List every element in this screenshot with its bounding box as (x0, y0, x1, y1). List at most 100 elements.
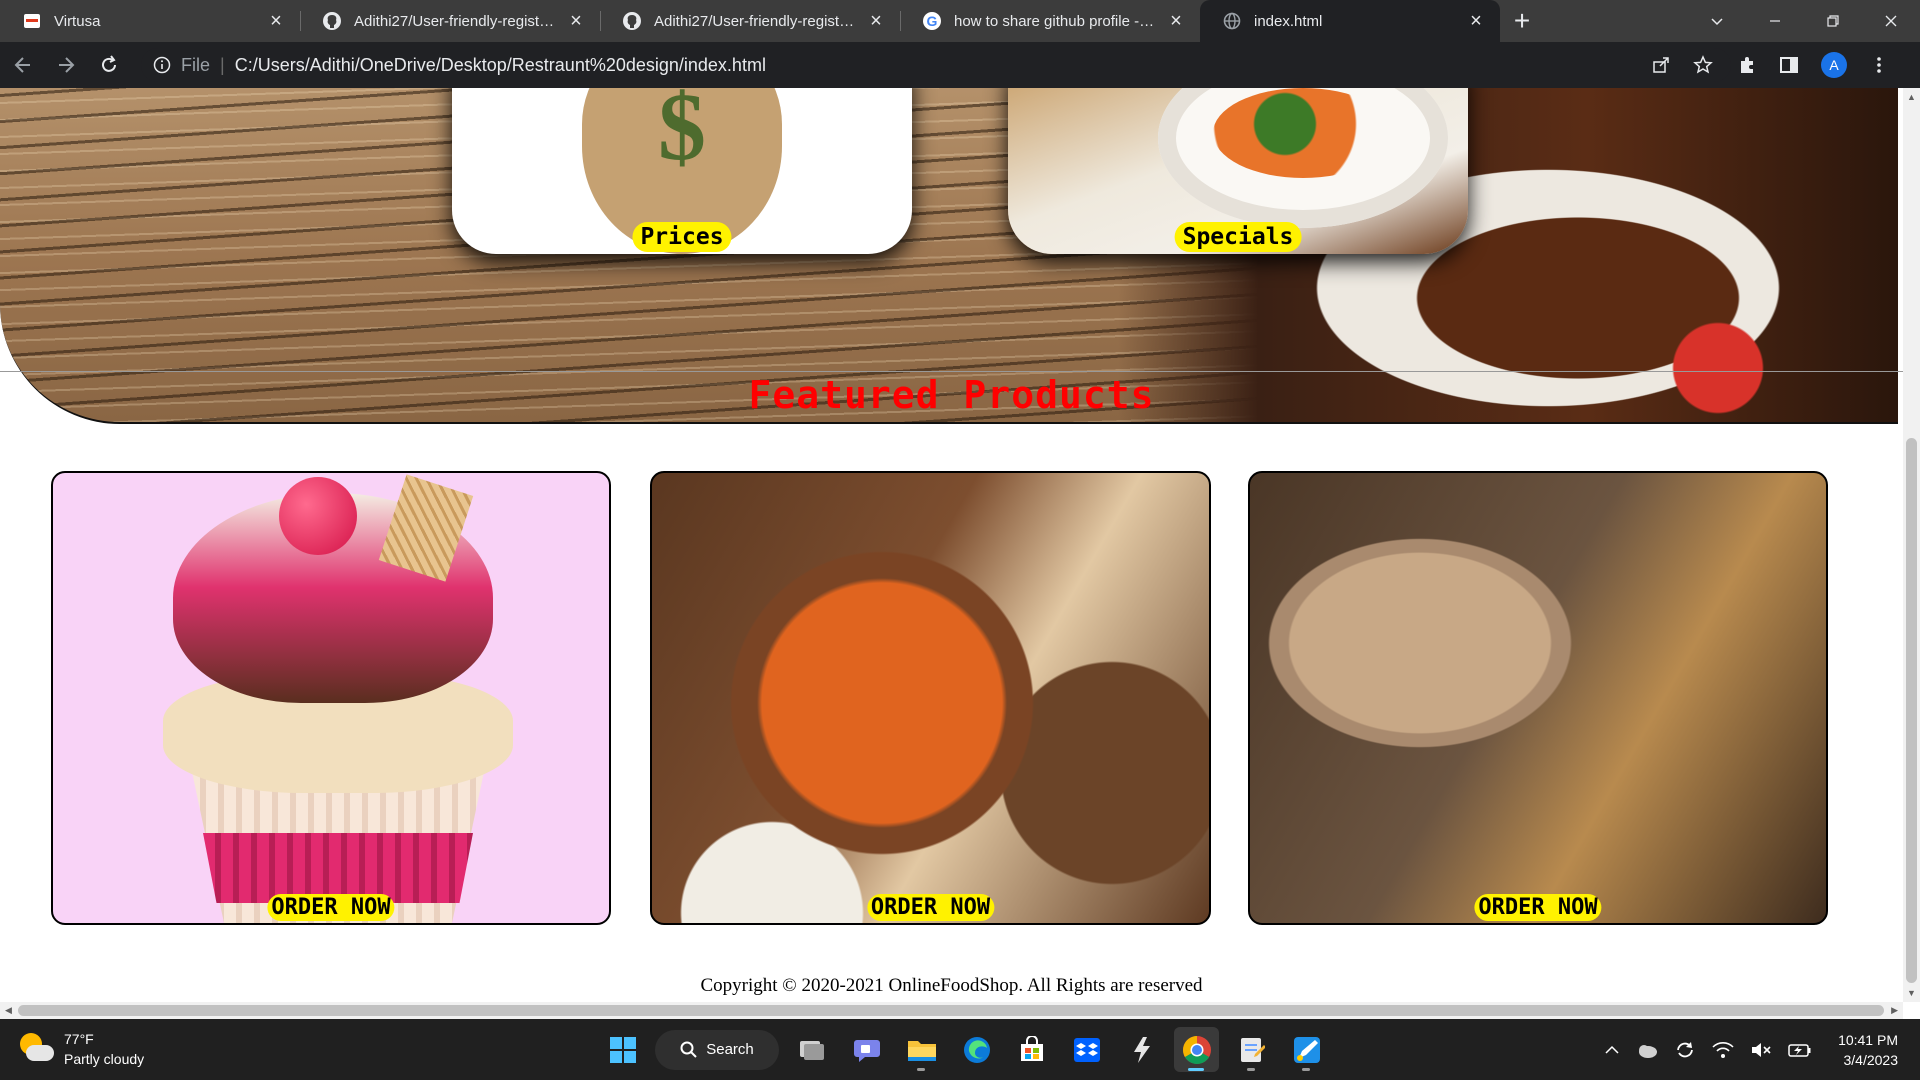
system-tray: 10:41 PM 3/4/2023 (1604, 1019, 1920, 1080)
toolbar-right: A (1737, 52, 1889, 78)
weather-temperature: 77°F (64, 1031, 94, 1047)
tab-github-2[interactable]: Adithi27/User-friendly-registration × (600, 0, 900, 42)
cupcake-liner-stripe (203, 833, 473, 903)
close-icon[interactable]: × (1466, 10, 1486, 32)
tab-title: Adithi27/User-friendly-registration (354, 12, 558, 30)
svg-text:G: G (927, 13, 938, 29)
tab-search-chevron-icon[interactable] (1688, 0, 1746, 42)
taskbar-search-button[interactable]: Search (655, 1029, 779, 1070)
order-now-button[interactable]: ORDER NOW (267, 894, 395, 921)
product-card-tea-samosa[interactable]: ORDER NOW (1248, 471, 1828, 925)
url-scheme-label: File (181, 54, 211, 75)
partly-cloudy-icon (18, 1031, 54, 1067)
specials-card[interactable]: Specials (1008, 88, 1468, 254)
share-icon[interactable] (1651, 55, 1671, 75)
wifi-icon[interactable] (1712, 1041, 1734, 1059)
scroll-left-arrow-icon[interactable]: ◀ (5, 1005, 12, 1016)
prices-label[interactable]: Prices (632, 222, 732, 252)
cupcake-candy-ball (279, 477, 357, 555)
taskbar: 77°F Partly cloudy Search 10:41 PM 3/4/2… (0, 1019, 1920, 1080)
notepad-icon[interactable] (1229, 1027, 1274, 1072)
page-viewport: $ Prices Specials Featured Products ORDE… (0, 88, 1903, 1002)
more-menu-icon[interactable] (1869, 55, 1889, 75)
url-text[interactable]: C:/Users/Adithi/OneDrive/Desktop/Restrau… (235, 55, 766, 76)
new-tab-button[interactable]: + (1500, 0, 1544, 42)
tab-strip: Virtusa × Adithi27/User-friendly-registr… (0, 0, 1920, 42)
lightning-app-icon[interactable] (1119, 1027, 1164, 1072)
file-explorer-icon[interactable] (899, 1027, 944, 1072)
teams-chat-icon[interactable] (844, 1027, 889, 1072)
close-icon[interactable]: × (866, 10, 886, 32)
reload-button[interactable] (89, 45, 129, 85)
close-icon[interactable]: × (1166, 10, 1186, 32)
tab-title: Adithi27/User-friendly-registration (654, 12, 858, 30)
horizontal-scroll-thumb[interactable] (18, 1005, 1884, 1016)
specials-dish-image (1213, 88, 1393, 178)
windows-start-icon[interactable] (600, 1027, 645, 1072)
search-icon (680, 1041, 697, 1058)
microsoft-store-icon[interactable] (1009, 1027, 1054, 1072)
github-favicon-icon (622, 11, 642, 31)
search-label: Search (706, 1041, 754, 1058)
order-now-button[interactable]: ORDER NOW (1474, 894, 1602, 921)
reload-icon (102, 55, 116, 72)
bookmark-star-icon[interactable] (1693, 55, 1713, 75)
tab-title: how to share github profile - Google Sea… (954, 12, 1158, 30)
back-arrow-icon (14, 57, 30, 73)
system-clock[interactable]: 10:41 PM 3/4/2023 (1838, 1030, 1898, 1070)
task-view-icon[interactable] (789, 1027, 834, 1072)
product-card-cupcake[interactable]: ORDER NOW (51, 471, 611, 925)
close-window-button[interactable] (1862, 0, 1920, 42)
window-controls (1688, 0, 1920, 42)
back-button[interactable] (3, 45, 43, 85)
omnibox-actions (1651, 55, 1713, 75)
specials-label[interactable]: Specials (1174, 222, 1302, 252)
product-card-curry[interactable]: ORDER NOW (650, 471, 1211, 925)
tab-title: Virtusa (54, 12, 101, 30)
tab-github-1[interactable]: Adithi27/User-friendly-registration × (300, 0, 600, 42)
chevron-up-icon[interactable] (1604, 1042, 1620, 1058)
tab-google-search[interactable]: G how to share github profile - Google S… (900, 0, 1200, 42)
section-divider (0, 371, 1903, 372)
prices-card[interactable]: $ Prices (452, 88, 912, 254)
url-separator: | (220, 54, 225, 75)
globe-favicon-icon (1222, 11, 1242, 31)
tab-virtusa[interactable]: Virtusa × (0, 0, 300, 42)
battery-charging-icon[interactable] (1788, 1041, 1812, 1059)
minimize-button[interactable] (1746, 0, 1804, 42)
volume-muted-icon[interactable] (1750, 1040, 1772, 1060)
order-now-button[interactable]: ORDER NOW (866, 894, 995, 921)
footer-copyright: Copyright © 2020-2021 OnlineFoodShop. Al… (700, 975, 1203, 996)
google-favicon-icon: G (922, 11, 942, 31)
tab-index-html[interactable]: index.html × (1200, 0, 1500, 42)
edge-browser-icon[interactable] (954, 1027, 999, 1072)
restore-button[interactable] (1804, 0, 1862, 42)
clock-time: 10:41 PM (1838, 1031, 1898, 1048)
address-bar[interactable]: File | C:/Users/Adithi/OneDrive/Desktop/… (141, 48, 1731, 82)
extensions-puzzle-icon[interactable] (1737, 55, 1757, 75)
info-icon[interactable] (151, 54, 173, 76)
forward-arrow-icon (59, 57, 75, 73)
virtusa-favicon-icon (22, 11, 42, 31)
dropbox-icon[interactable] (1064, 1027, 1109, 1072)
vertical-scroll-thumb[interactable] (1906, 438, 1917, 983)
chrome-icon[interactable] (1174, 1027, 1219, 1072)
github-favicon-icon (322, 11, 342, 31)
scroll-right-arrow-icon[interactable]: ▶ (1891, 1005, 1898, 1016)
forward-button[interactable] (46, 45, 86, 85)
close-icon[interactable]: × (566, 10, 586, 32)
horizontal-scrollbar[interactable]: ◀ ▶ (0, 1002, 1903, 1019)
vertical-scrollbar[interactable]: ▲ ▼ (1903, 88, 1920, 1002)
side-panel-icon[interactable] (1779, 55, 1799, 75)
paint-icon[interactable] (1284, 1027, 1329, 1072)
close-icon[interactable]: × (266, 10, 286, 32)
weather-condition: Partly cloudy (64, 1051, 145, 1067)
profile-avatar[interactable]: A (1821, 52, 1847, 78)
onedrive-cloud-icon[interactable] (1636, 1040, 1658, 1060)
sync-icon[interactable] (1674, 1039, 1696, 1061)
taskbar-apps: Search (600, 1027, 1329, 1072)
weather-widget[interactable]: 77°F Partly cloudy (18, 1029, 144, 1069)
scroll-up-arrow-icon[interactable]: ▲ (1907, 92, 1916, 102)
scroll-down-arrow-icon[interactable]: ▼ (1907, 988, 1916, 998)
featured-products-title: Featured Products (748, 373, 1155, 417)
